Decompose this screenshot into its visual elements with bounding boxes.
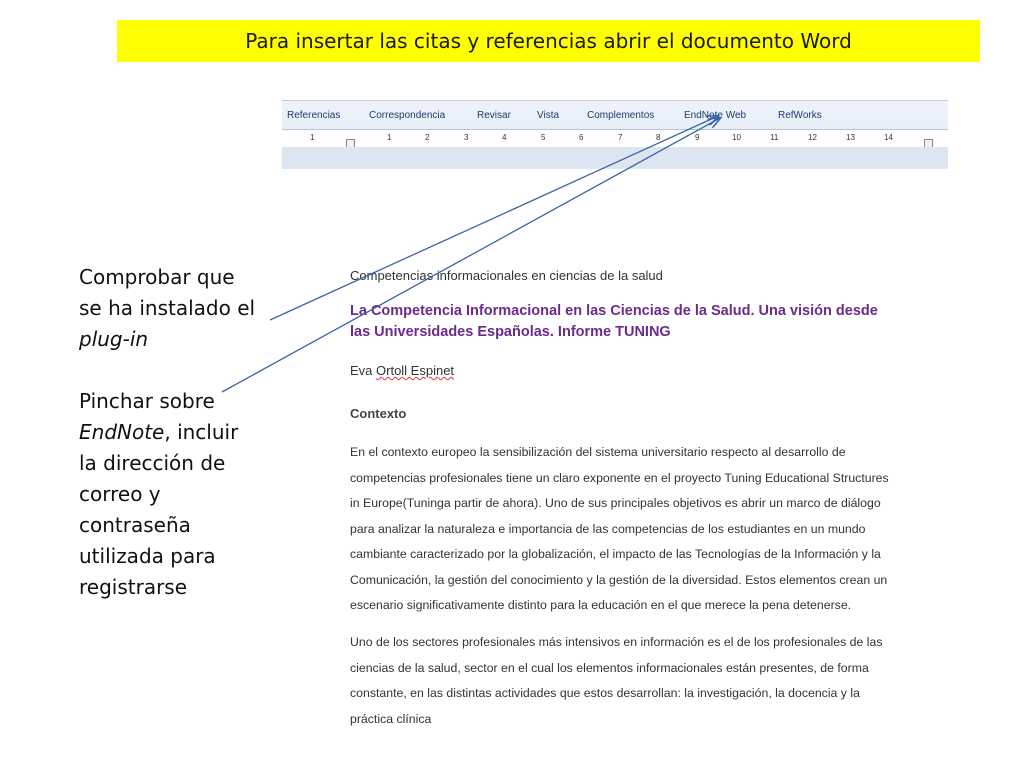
callout-arrows bbox=[221, 0, 1024, 393]
arrow-pinchar-to-endnote bbox=[221, 118, 720, 393]
arrow-plugin-to-endnote bbox=[269, 116, 718, 321]
